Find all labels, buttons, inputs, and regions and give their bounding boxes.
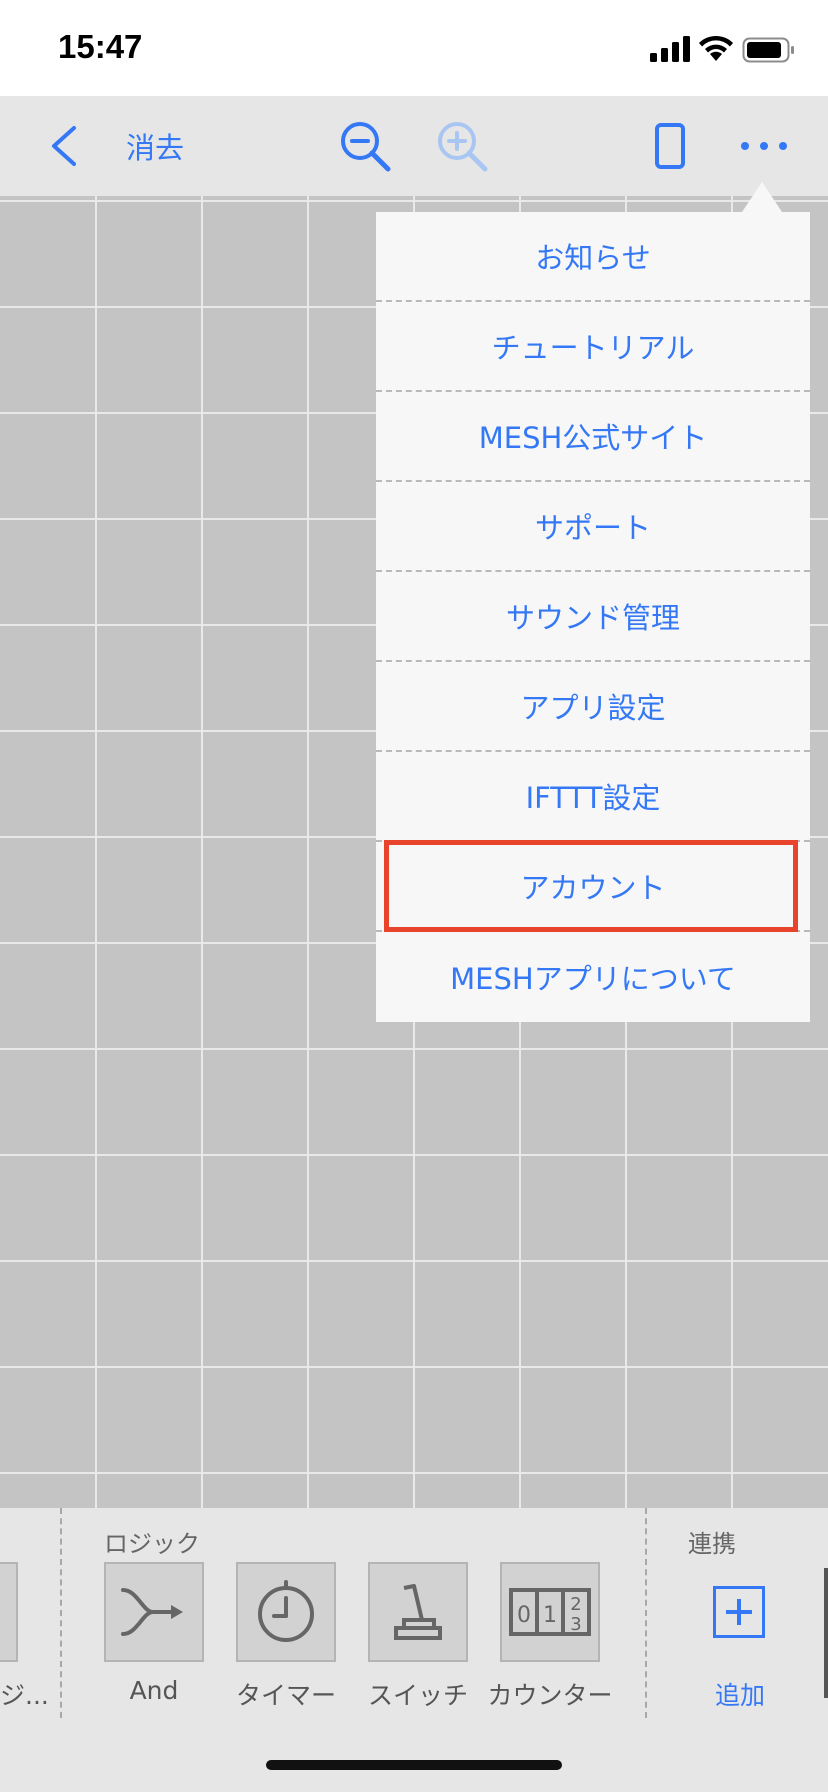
counter-block-label: カウンター [487,1681,613,1710]
menu-item-account[interactable]: アカウント [376,840,810,932]
counter-block[interactable]: 0 1 2 3 [500,1562,600,1662]
clear-button[interactable]: 消去 [126,116,184,176]
menu-item-app-settings[interactable]: アプリ設定 [376,662,810,752]
wifi-icon [699,35,733,61]
block-palette: ジ... ロジック And タイマー スイッチ 0 1 2 3 カウンター 連携… [0,1508,828,1792]
status-bar: 15:47 [0,0,828,96]
palette-divider [60,1508,62,1718]
partial-block-label: ジ... [0,1681,49,1710]
signal-icon [650,36,690,62]
partial-block-tile[interactable] [0,1562,18,1662]
zoom-out-icon [341,122,391,172]
menu-item-about[interactable]: MESHアプリについて [376,932,810,1022]
timer-block-label: タイマー [235,1681,336,1710]
zoom-out-button[interactable] [333,114,397,178]
svg-text:1: 1 [543,1603,557,1628]
switch-icon [394,1584,442,1640]
battery-icon [742,37,794,63]
highlight-box [384,840,798,932]
add-link-label: 追加 [714,1681,765,1710]
timer-block[interactable] [236,1562,336,1662]
plus-icon [726,1599,752,1625]
menu-item-sound-management[interactable]: サウンド管理 [376,572,810,662]
menu-item-news[interactable]: お知らせ [376,212,810,302]
zoom-in-icon [438,122,488,172]
chevron-left-icon [52,126,76,166]
svg-text:3: 3 [570,1614,581,1635]
counter-icon: 0 1 2 3 [509,1588,591,1636]
more-button[interactable] [736,116,792,176]
menu-item-support[interactable]: サポート [376,482,810,572]
and-icon [121,1588,183,1636]
add-link-button[interactable] [713,1586,765,1638]
timer-icon [258,1580,314,1642]
switch-block-label: スイッチ [367,1681,468,1710]
logic-section-title: ロジック [104,1530,200,1558]
menu-pointer [742,182,782,212]
menu-item-ifttt-settings[interactable]: IFTTT設定 [376,752,810,842]
ellipsis-icon [741,142,787,150]
palette-edge [824,1568,828,1698]
zoom-in-button[interactable] [430,114,494,178]
menu-item-tutorial[interactable]: チュートリアル [376,302,810,392]
svg-text:0: 0 [517,1603,531,1628]
device-button[interactable] [646,116,694,176]
menu-item-official-site[interactable]: MESH公式サイト [376,392,810,482]
switch-block[interactable] [368,1562,468,1662]
and-block[interactable] [104,1562,204,1662]
and-block-label: And [129,1676,179,1705]
status-time: 15:47 [58,28,143,65]
home-indicator[interactable] [266,1760,562,1770]
phone-icon [655,123,685,169]
svg-text:2: 2 [570,1594,581,1615]
back-button[interactable] [36,116,90,176]
link-section-title: 連携 [688,1530,736,1558]
palette-divider [645,1508,647,1718]
more-menu: お知らせ チュートリアル MESH公式サイト サポート サウンド管理 アプリ設定… [376,212,810,1022]
toolbar: 消去 [0,96,828,196]
